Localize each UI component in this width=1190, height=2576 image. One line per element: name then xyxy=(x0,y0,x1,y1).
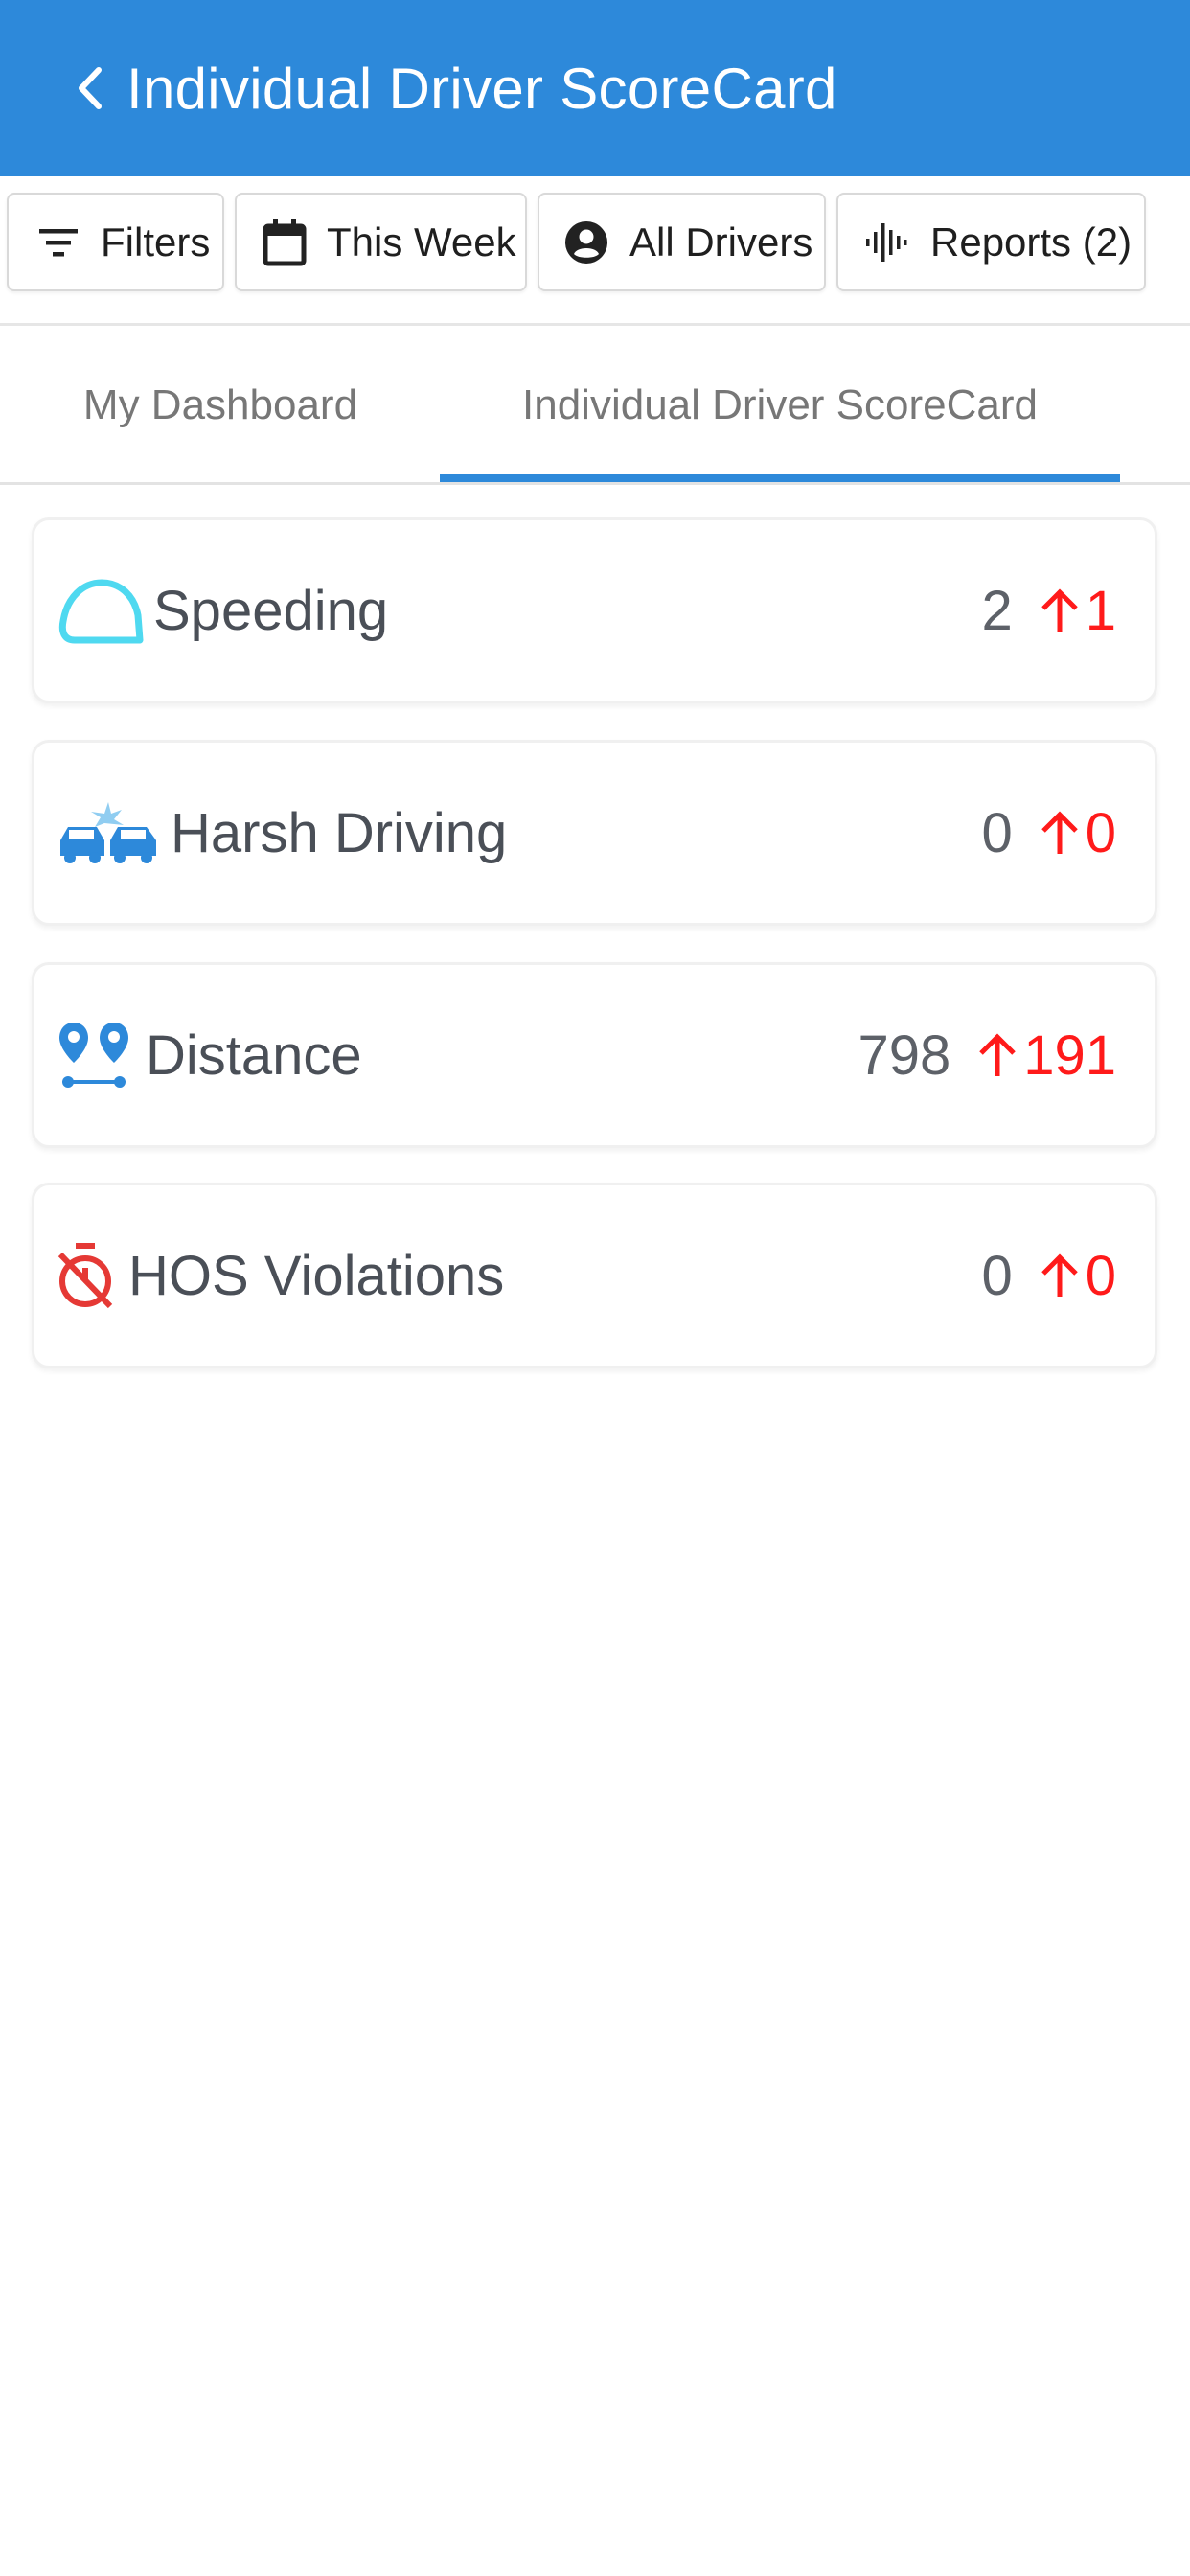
metric-card-speeding[interactable]: Speeding 2 1 xyxy=(32,518,1157,703)
chevron-left-icon xyxy=(79,67,102,109)
tab-bar: My Dashboard Individual Driver ScoreCard xyxy=(0,326,1190,485)
back-button[interactable] xyxy=(71,61,109,115)
active-tab-indicator xyxy=(440,474,1120,482)
filter-icon xyxy=(35,219,81,265)
arrow-up-icon xyxy=(975,1028,1019,1082)
metric-label: Speeding xyxy=(153,579,389,642)
metric-card-distance[interactable]: Distance 798 191 xyxy=(32,962,1157,1148)
tab-individual-driver-scorecard[interactable]: Individual Driver ScoreCard xyxy=(440,326,1120,485)
date-range-label: This Week xyxy=(327,218,516,264)
reports-label: Reports (2) xyxy=(930,218,1133,264)
metric-card-harsh-driving[interactable]: Harsh Driving 0 0 xyxy=(32,740,1157,926)
metric-value: 0 xyxy=(981,801,1013,864)
arrow-up-icon xyxy=(1038,806,1082,860)
arrow-up-icon xyxy=(1038,1249,1082,1302)
filter-bar: Filters This Week All Drivers Reports (2… xyxy=(0,176,1190,326)
metric-label: Distance xyxy=(146,1024,362,1087)
account-circle-icon xyxy=(562,218,610,266)
metric-values: 798 191 xyxy=(858,1024,1116,1088)
filters-button[interactable]: Filters xyxy=(7,193,224,291)
metric-change: 0 xyxy=(1085,1244,1116,1307)
drivers-button[interactable]: All Drivers xyxy=(538,193,826,291)
metric-values: 0 0 xyxy=(981,801,1116,865)
page-title: Individual Driver ScoreCard xyxy=(126,56,837,121)
metric-change: 191 xyxy=(1023,1024,1116,1087)
arrow-up-icon xyxy=(1038,584,1082,637)
timer-off-icon xyxy=(56,1237,115,1314)
metric-label: HOS Violations xyxy=(128,1244,505,1307)
filters-label: Filters xyxy=(101,218,211,264)
route-pins-icon xyxy=(56,1017,132,1093)
speedometer-icon xyxy=(56,572,146,649)
metric-change: 1 xyxy=(1085,579,1116,642)
drivers-label: All Drivers xyxy=(629,218,813,264)
app-header: Individual Driver ScoreCard xyxy=(0,0,1190,176)
metric-value: 0 xyxy=(981,1244,1013,1307)
metric-card-hos-violations[interactable]: HOS Violations 0 0 xyxy=(32,1183,1157,1368)
calendar-icon xyxy=(260,218,309,267)
metric-value: 2 xyxy=(981,579,1013,642)
metric-values: 0 0 xyxy=(981,1244,1116,1308)
car-crash-icon xyxy=(56,794,161,871)
tab-my-dashboard[interactable]: My Dashboard xyxy=(38,326,402,485)
reports-button[interactable]: Reports (2) xyxy=(836,193,1146,291)
metric-value: 798 xyxy=(858,1024,951,1087)
metric-values: 2 1 xyxy=(981,579,1116,643)
date-range-button[interactable]: This Week xyxy=(235,193,527,291)
app-root: Individual Driver ScoreCard Filters This… xyxy=(0,0,1190,2576)
metric-change: 0 xyxy=(1085,801,1116,864)
waveform-icon xyxy=(861,218,911,267)
metric-label: Harsh Driving xyxy=(171,801,508,864)
